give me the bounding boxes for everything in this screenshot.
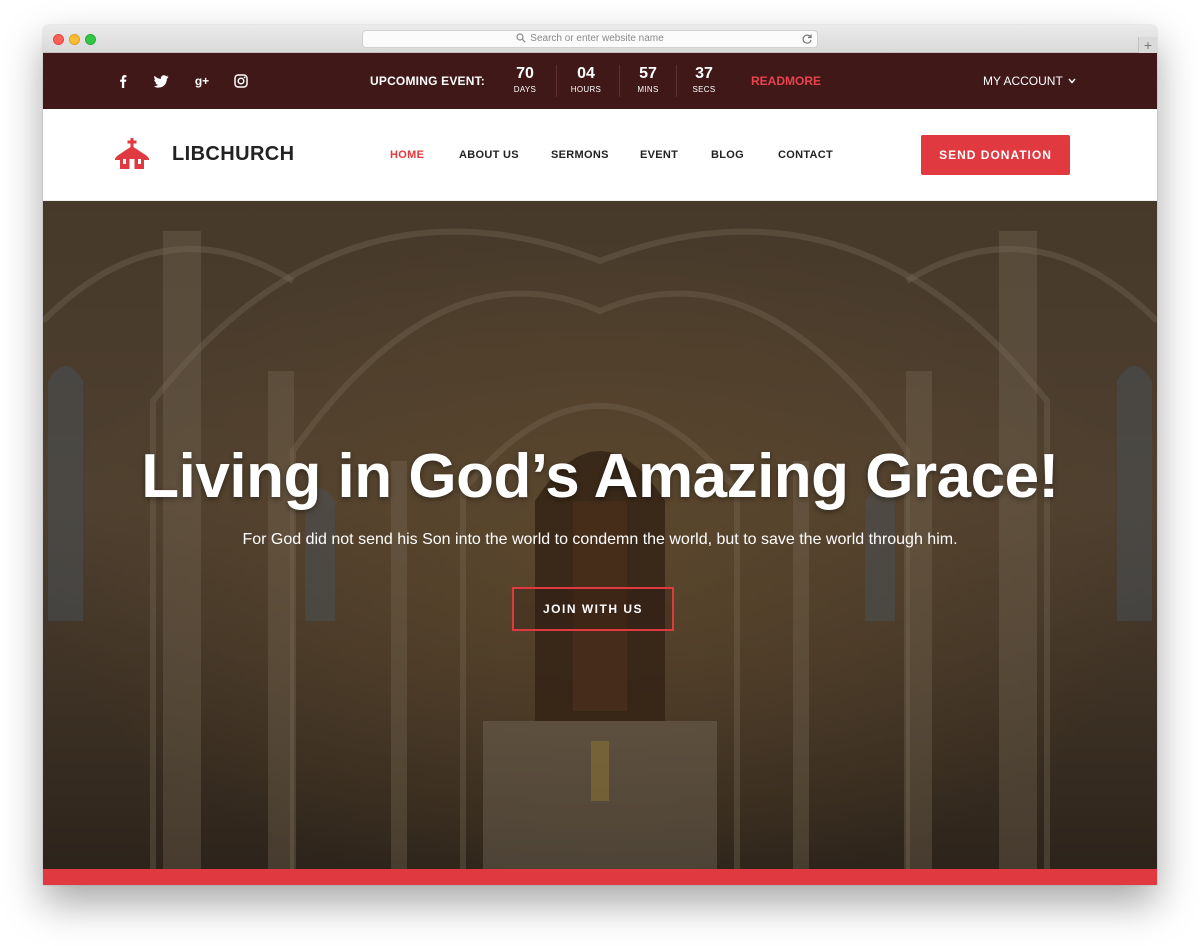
- countdown-days: 70 DAYS: [495, 64, 555, 95]
- hero-title: Living in God’s Amazing Grace!: [141, 442, 1059, 511]
- twitter-link[interactable]: [154, 53, 169, 109]
- nav-sermons[interactable]: SERMONS: [551, 149, 609, 161]
- join-with-us-button[interactable]: JOIN WITH US: [512, 587, 674, 631]
- countdown-unit: SECS: [692, 85, 716, 94]
- main-navbar: LIBCHURCH HOME ABOUT US SERMONS EVENT BL…: [43, 109, 1157, 201]
- countdown-unit: HOURS: [570, 85, 602, 94]
- instagram-icon: [234, 74, 248, 88]
- nav-blog[interactable]: BLOG: [711, 149, 744, 161]
- send-donation-button[interactable]: SEND DONATION: [921, 135, 1070, 175]
- instagram-link[interactable]: [234, 53, 248, 109]
- nav-home[interactable]: HOME: [390, 149, 424, 161]
- facebook-icon: [120, 75, 127, 88]
- readmore-link[interactable]: READMORE: [751, 74, 821, 88]
- nav-event[interactable]: EVENT: [640, 149, 678, 161]
- accent-strip: [43, 869, 1157, 885]
- search-icon: [516, 33, 526, 43]
- hero-section: Living in God’s Amazing Grace! For God d…: [43, 201, 1157, 869]
- nav-contact[interactable]: CONTACT: [778, 149, 833, 161]
- my-account-menu[interactable]: MY ACCOUNT: [983, 74, 1076, 88]
- address-bar[interactable]: Search or enter website name: [362, 30, 818, 48]
- countdown-unit: DAYS: [513, 85, 537, 94]
- facebook-link[interactable]: [116, 53, 130, 109]
- church-logo-icon[interactable]: [115, 138, 149, 170]
- countdown-value: 70: [516, 65, 534, 82]
- twitter-icon: [154, 75, 169, 88]
- address-placeholder: Search or enter website name: [530, 33, 664, 44]
- minimize-window-button[interactable]: [69, 34, 80, 45]
- close-window-button[interactable]: [53, 34, 64, 45]
- google-plus-icon: g+: [194, 74, 210, 88]
- countdown-value: 37: [695, 65, 713, 82]
- countdown-hours: 04 HOURS: [556, 64, 616, 95]
- hero-subtitle: For God did not send his Son into the wo…: [242, 531, 958, 548]
- google-plus-link[interactable]: g+: [194, 53, 210, 109]
- maximize-window-button[interactable]: [85, 34, 96, 45]
- site-brand[interactable]: LIBCHURCH: [172, 143, 294, 166]
- countdown-unit: MINS: [637, 85, 659, 94]
- countdown-mins: 57 MINS: [618, 64, 678, 95]
- chevron-down-icon: [1068, 78, 1076, 84]
- my-account-label: MY ACCOUNT: [983, 74, 1063, 88]
- upcoming-event-label: UPCOMING EVENT:: [370, 74, 486, 88]
- browser-window: Search or enter website name + g+ UPCOMI…: [43, 25, 1157, 885]
- countdown-value: 04: [577, 65, 595, 82]
- nav-about-us[interactable]: ABOUT US: [459, 149, 519, 161]
- new-tab-button[interactable]: +: [1138, 37, 1157, 54]
- countdown-value: 57: [639, 65, 657, 82]
- countdown-secs: 37 SECS: [674, 64, 734, 95]
- top-bar: g+ UPCOMING EVENT: 70 DAYS 04 HOURS 57 M…: [43, 53, 1157, 109]
- browser-toolbar: Search or enter website name +: [43, 25, 1157, 54]
- reload-icon[interactable]: [801, 33, 813, 45]
